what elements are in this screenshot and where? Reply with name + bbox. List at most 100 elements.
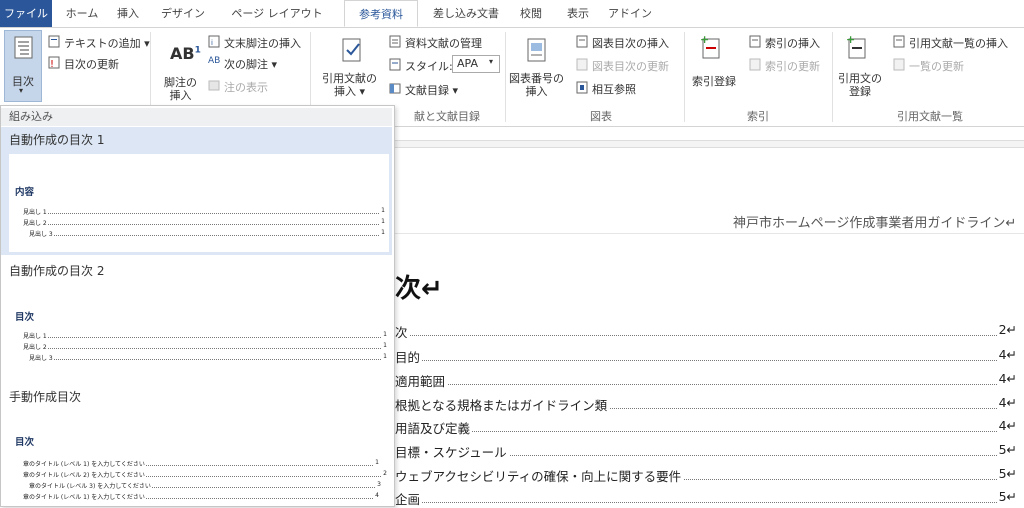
preview-row-page: 1 [380,207,385,214]
update-index-button[interactable]: 索引の更新 [765,58,820,74]
gallery-item-title: 自動作成の目次 2 [9,264,105,278]
dot-leader [395,431,1003,432]
insert-table-of-authorities-button[interactable]: 引用文献一覧の挿入 [909,35,1008,51]
preview-row-label: 章のタイトル (レベル 2) を入力してください [23,470,146,479]
tab-addins[interactable]: アドイン [607,0,653,27]
insert-citation-label-2: 挿入 ▾ [333,85,366,98]
insert-endnote-button[interactable]: 文末脚注の挿入 [224,35,301,51]
preview-row: 章のタイトル (レベル 2) を入力してください 2 [23,470,387,479]
preview-row-page: 1 [382,331,387,338]
table-of-figures-icon [576,35,588,48]
endnote-icon: i [208,35,220,48]
tab-mailings[interactable]: 差し込み文書 [426,0,506,27]
group-label-captions: 図表 [590,110,612,123]
document-header: 神戸市ホームページ作成事業者用ガイドライン↵ [733,216,1017,231]
update-toc-button[interactable]: 目次の更新 [64,56,119,72]
gallery-item-manual-toc[interactable]: 手動作成目次 目次 章のタイトル (レベル 1) を入力してください 1 章のタイ… [1,386,392,506]
preview-row: 見出し 3 1 [29,353,387,362]
tab-home[interactable]: ホーム [62,0,102,27]
mark-citation-label-2: 登録 [849,85,871,98]
toc-entry-title: 企画 [395,489,423,508]
toc-entry-title: 目標・スケジュール [395,442,509,461]
dot-leader [395,384,1003,385]
preview-row: 見出し 1 1 [23,331,387,340]
mark-entry-button[interactable]: 索引登録 [692,73,736,89]
toc-entry[interactable]: 企画 5↵ [395,489,1017,508]
citation-style-select[interactable]: APA ▾ [452,55,500,73]
tab-view[interactable]: 表示 [558,0,598,27]
tab-page-layout[interactable]: ページ レイアウト [218,0,336,27]
insert-footnote-label-2: 挿入 [169,89,192,102]
insert-footnote-label-1: 脚注の [164,76,197,89]
toc-entry[interactable]: 用語及び定義 4↵ [395,418,1017,437]
footnote-ab-icon: AB1 [170,44,201,63]
preview-row: 見出し 2 1 [23,342,387,351]
dot-leader [23,213,379,214]
gallery-item-auto-toc-2[interactable]: 自動作成の目次 2 目次 見出し 1 1 見出し 2 1 見出し 3 1 [1,258,392,378]
next-footnote-icon: AB [208,56,221,66]
toc-entry[interactable]: 目的 4↵ [395,347,1017,366]
insert-citation-icon [342,38,361,62]
preview-row-page: 1 [382,353,387,360]
add-text-button[interactable]: テキストの追加 ▾ [64,35,150,51]
tab-review[interactable]: 校閲 [513,0,549,27]
table-of-contents-icon [14,36,33,59]
insert-citation-button[interactable]: 引用文献の 挿入 ▾ [322,72,377,98]
show-notes-icon [208,80,220,91]
header-divider [395,233,1024,234]
insert-caption-label-2: 挿入 [525,85,548,98]
bibliography-button[interactable]: 文献目録 ▾ [405,82,458,98]
insert-caption-button[interactable]: 図表番号の 挿入 [509,72,564,98]
style-label: スタイル: [405,60,453,73]
tab-insert[interactable]: 挿入 [110,0,146,27]
update-table-of-figures-button[interactable]: 図表目次の更新 [592,58,669,74]
group-separator [505,32,506,122]
toc-entry[interactable]: ウェブアクセシビリティの確保・向上に関する要件 5↵ [395,466,1017,485]
preview-row-label: 章のタイトル (レベル 1) を入力してください [23,459,146,468]
insert-citation-label-1: 引用文献の [322,72,377,85]
tab-references[interactable]: 参考資料 [344,0,418,27]
preview-heading: 目次 [15,312,35,323]
style-icon [389,58,401,71]
horizontal-ruler[interactable] [395,140,1024,148]
dot-leader [29,359,381,360]
group-label-table-of-authorities: 引用文献一覧 [897,110,963,123]
preview-row-label: 見出し 3 [29,353,54,362]
manage-sources-icon [389,35,401,48]
svg-text:+: + [846,34,855,46]
mark-citation-button[interactable]: 引用文の 登録 [838,72,882,98]
preview-row-label: 見出し 1 [23,331,48,340]
chevron-down-icon: ▾ [19,86,24,95]
preview-row-label: 見出し 1 [23,207,48,216]
show-notes-button[interactable]: 注の表示 [224,79,268,95]
toc-entry[interactable]: 根拠となる規格またはガイドライン類 4↵ [395,395,1017,414]
toc-entry-title: 適用範囲 [395,371,448,390]
insert-footnote-button[interactable]: 脚注の 挿入 [164,76,197,102]
mark-citation-icon: + [846,34,866,59]
update-table-icon [576,58,588,71]
manage-sources-button[interactable]: 資料文献の管理 [405,35,482,51]
group-label-index: 索引 [747,110,769,123]
insert-table-of-figures-button[interactable]: 図表目次の挿入 [592,35,669,51]
gallery-item-auto-toc-1[interactable]: 自動作成の目次 1 内容 見出し 1 1 見出し 2 1 見出し 3 1 [1,127,392,255]
cross-reference-button[interactable]: 相互参照 [592,81,636,97]
dot-leader [23,224,379,225]
toc-button[interactable]: 目次 ▾ [4,30,42,102]
toc-entry[interactable]: 目標・スケジュール 5↵ [395,442,1017,461]
update-table-of-authorities-button[interactable]: 一覧の更新 [909,58,964,74]
tab-file[interactable]: ファイル [0,0,52,27]
toc-entry-title: 次 [395,322,410,341]
mark-entry-icon: + [700,34,720,59]
tab-design[interactable]: デザイン [157,0,209,27]
preview-row-page: 1 [380,218,385,225]
preview-row: 章のタイトル (レベル 1) を入力してください 1 [23,459,379,468]
preview-row-label: 章のタイトル (レベル 1) を入力してください [23,492,146,501]
svg-text:+: + [700,34,709,46]
toc-entry-page: 5↵ [996,466,1017,481]
dot-leader [23,348,381,349]
toc-entry[interactable]: 次 2↵ [395,322,1017,341]
next-footnote-button[interactable]: 次の脚注 ▾ [224,56,277,72]
toc-entry[interactable]: 適用範囲 4↵ [395,371,1017,390]
gallery-item-title: 手動作成目次 [9,390,82,404]
insert-index-button[interactable]: 索引の挿入 [765,35,820,51]
